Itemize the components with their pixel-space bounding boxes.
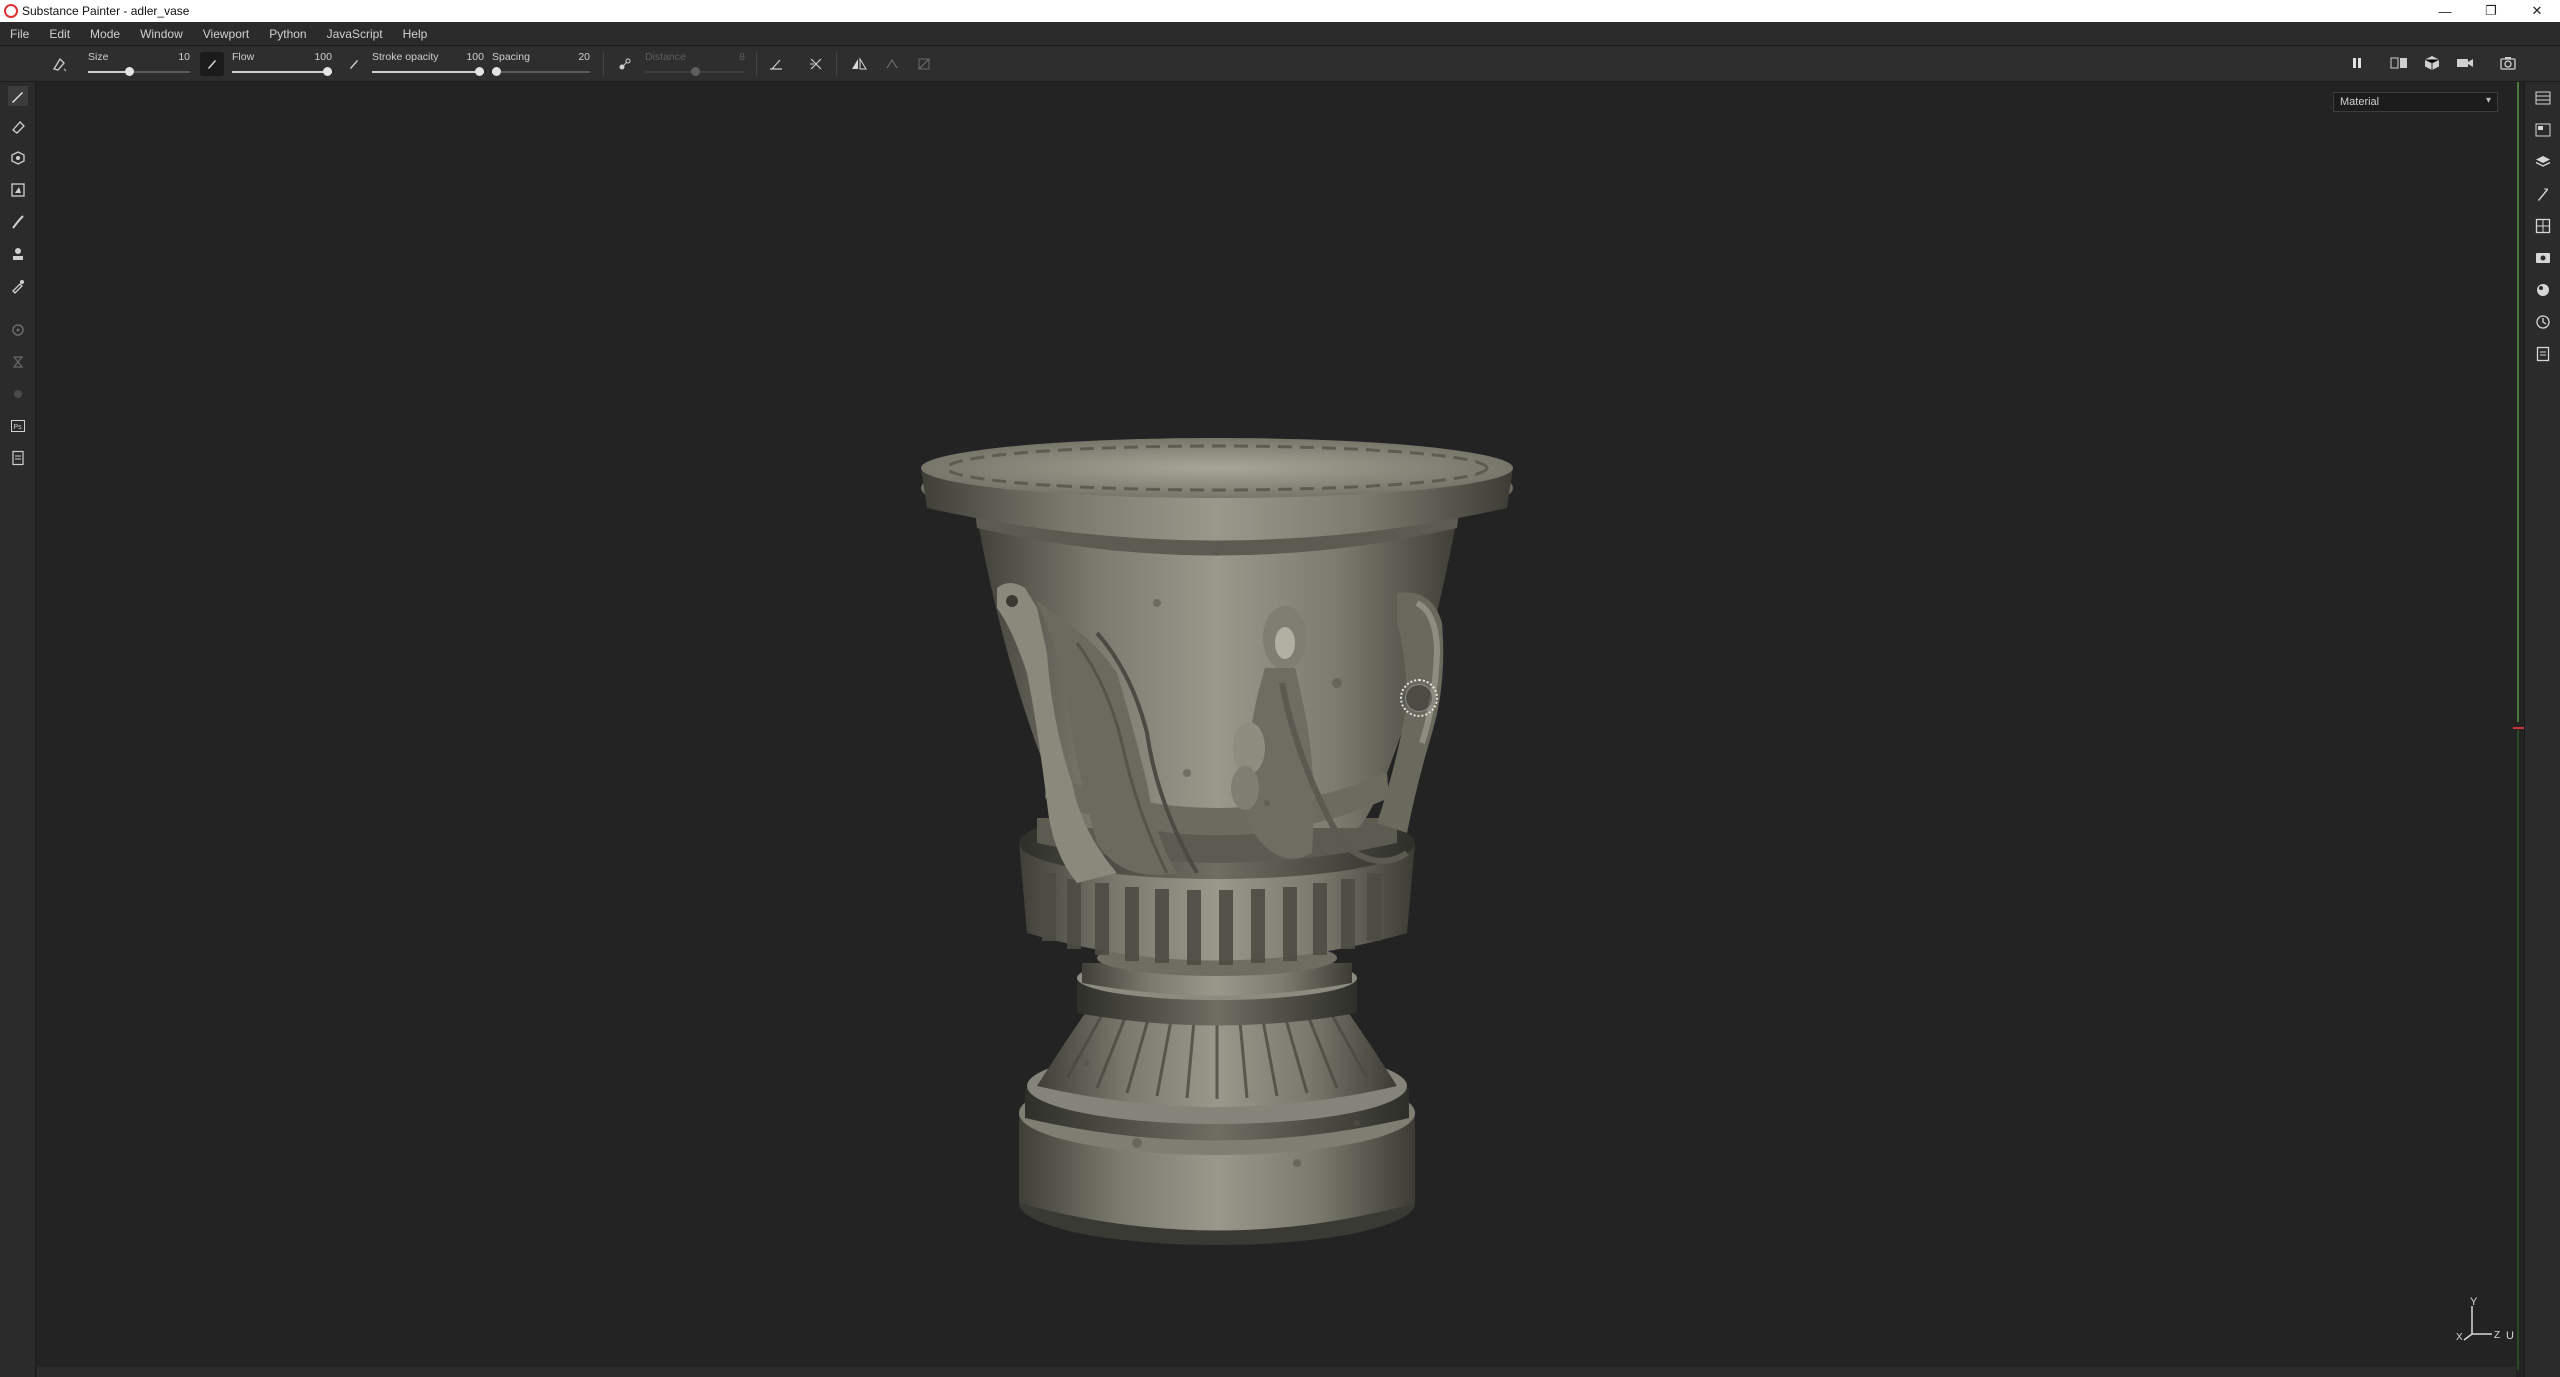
- display-settings-icon[interactable]: [2533, 216, 2553, 236]
- texture-set-list-icon[interactable]: [2533, 88, 2553, 108]
- history-icon[interactable]: [2533, 312, 2553, 332]
- chevron-down-icon: ▾: [2485, 95, 2491, 106]
- paint-brush-icon[interactable]: [8, 86, 28, 106]
- lazy-mouse-icon[interactable]: [615, 54, 635, 74]
- axis-u-label: U: [2506, 1330, 2514, 1342]
- brush-cursor: [1400, 679, 1438, 717]
- script-icon[interactable]: [8, 448, 28, 468]
- stroke-opacity-label: Stroke opacity: [372, 51, 439, 63]
- size-value[interactable]: 10: [178, 51, 190, 63]
- spacing-value[interactable]: 20: [578, 51, 590, 63]
- symmetry-axis-icon[interactable]: [914, 54, 934, 74]
- bake-settings-icon[interactable]: [8, 320, 28, 340]
- stroke-opacity-thumb[interactable]: [475, 67, 484, 76]
- menu-file[interactable]: File: [0, 27, 39, 41]
- eraser-icon[interactable]: [8, 116, 28, 136]
- spacing-track: [492, 71, 590, 73]
- minimize-button[interactable]: —: [2422, 0, 2468, 22]
- dock-divider-top[interactable]: [2517, 82, 2519, 722]
- dim-tool-icon: [8, 384, 28, 404]
- window-controls: — ❐ ✕: [2422, 0, 2560, 22]
- close-button[interactable]: ✕: [2514, 0, 2560, 22]
- size-pressure-toggle[interactable]: [200, 52, 224, 76]
- menu-viewport[interactable]: Viewport: [193, 27, 259, 41]
- svg-text:Ps: Ps: [14, 424, 23, 431]
- flow-value[interactable]: 100: [314, 51, 332, 63]
- menu-mode[interactable]: Mode: [80, 27, 130, 41]
- distance-label: Distance: [645, 51, 686, 63]
- spacing-label: Spacing: [492, 51, 530, 63]
- polygon-fill-icon[interactable]: [8, 180, 28, 200]
- dock-divider-bottom[interactable]: [2517, 730, 2519, 1370]
- size-fill: [88, 71, 129, 73]
- flow-fill: [232, 71, 332, 73]
- menu-help[interactable]: Help: [393, 27, 438, 41]
- shader-settings-icon[interactable]: [2533, 280, 2553, 300]
- pause-render-icon[interactable]: [2346, 52, 2368, 74]
- window-titlebar: Substance Painter - adler_vase — ❐ ✕: [0, 0, 2560, 22]
- 3d-view-icon[interactable]: [2421, 52, 2443, 74]
- toolbar-separator: [603, 52, 604, 76]
- restore-button[interactable]: ❐: [2468, 0, 2514, 22]
- screenshot-camera-icon[interactable]: [2497, 52, 2519, 74]
- spacing-slider[interactable]: Spacing 20: [492, 49, 590, 79]
- axis-z-label: Z: [2494, 1330, 2501, 1341]
- vase-model[interactable]: [37, 83, 2516, 1365]
- stroke-opacity-value[interactable]: 100: [466, 51, 484, 63]
- flow-thumb[interactable]: [323, 67, 332, 76]
- channel-select-value: Material: [2340, 96, 2380, 108]
- distance-slider: Distance 8: [645, 49, 745, 79]
- menu-window[interactable]: Window: [130, 27, 193, 41]
- stroke-opacity-slider[interactable]: Stroke opacity 100: [372, 49, 484, 79]
- app-logo-icon: [4, 4, 18, 18]
- layers-icon[interactable]: [2533, 152, 2553, 172]
- size-slider[interactable]: Size 10: [88, 49, 190, 79]
- stroke-opacity-fill: [372, 71, 484, 73]
- camera-video-icon[interactable]: [2454, 52, 2476, 74]
- distance-value: 8: [739, 51, 745, 63]
- distance-thumb: [691, 67, 700, 76]
- flow-pressure-toggle[interactable]: [342, 52, 366, 76]
- symmetry-settings-icon[interactable]: [882, 54, 902, 74]
- tool-properties-bar: Size 10 Flow 100 Stroke opacity 100 Spac…: [0, 46, 2560, 82]
- axis-x-label: X: [2456, 1332, 2463, 1343]
- channel-select[interactable]: Material ▾: [2333, 92, 2498, 112]
- flow-label: Flow: [232, 51, 255, 63]
- texture-set-settings-icon[interactable]: [2533, 120, 2553, 140]
- view-split-icon[interactable]: [2388, 52, 2410, 74]
- clone-stamp-icon[interactable]: [8, 244, 28, 264]
- iray-icon[interactable]: [8, 352, 28, 372]
- axis-y-label: Y: [2470, 1296, 2478, 1308]
- window-title: Substance Painter - adler_vase: [22, 4, 190, 18]
- viewer-settings-icon[interactable]: [2533, 248, 2553, 268]
- right-dock-strip: [2524, 82, 2560, 1377]
- menu-edit[interactable]: Edit: [39, 27, 80, 41]
- left-tool-strip: Ps: [0, 82, 36, 1377]
- photoshop-export-icon[interactable]: Ps: [8, 416, 28, 436]
- projection-icon[interactable]: [8, 148, 28, 168]
- log-icon[interactable]: [2533, 344, 2553, 364]
- color-picker-icon[interactable]: [8, 276, 28, 296]
- size-label: Size: [88, 51, 109, 63]
- properties-icon[interactable]: [2533, 184, 2553, 204]
- 3d-viewport[interactable]: [37, 83, 2516, 1365]
- brush-presets-icon[interactable]: [50, 54, 70, 74]
- menu-javascript[interactable]: JavaScript: [317, 27, 393, 41]
- spacing-thumb[interactable]: [492, 67, 501, 76]
- backface-culling-icon[interactable]: [806, 54, 826, 74]
- viewport-bottom-strip: [37, 1367, 2516, 1377]
- menu-bar: File Edit Mode Window Viewport Python Ja…: [0, 22, 2560, 46]
- smudge-icon[interactable]: [8, 212, 28, 232]
- toolbar-separator: [836, 52, 837, 76]
- axis-gizmo: Y X Z U: [2452, 1296, 2516, 1344]
- toolbar-separator: [756, 52, 757, 76]
- line-tangent-icon[interactable]: [766, 54, 786, 74]
- menu-python[interactable]: Python: [259, 27, 316, 41]
- size-thumb[interactable]: [124, 67, 134, 76]
- flow-slider[interactable]: Flow 100: [232, 49, 332, 79]
- symmetry-icon[interactable]: [849, 54, 869, 74]
